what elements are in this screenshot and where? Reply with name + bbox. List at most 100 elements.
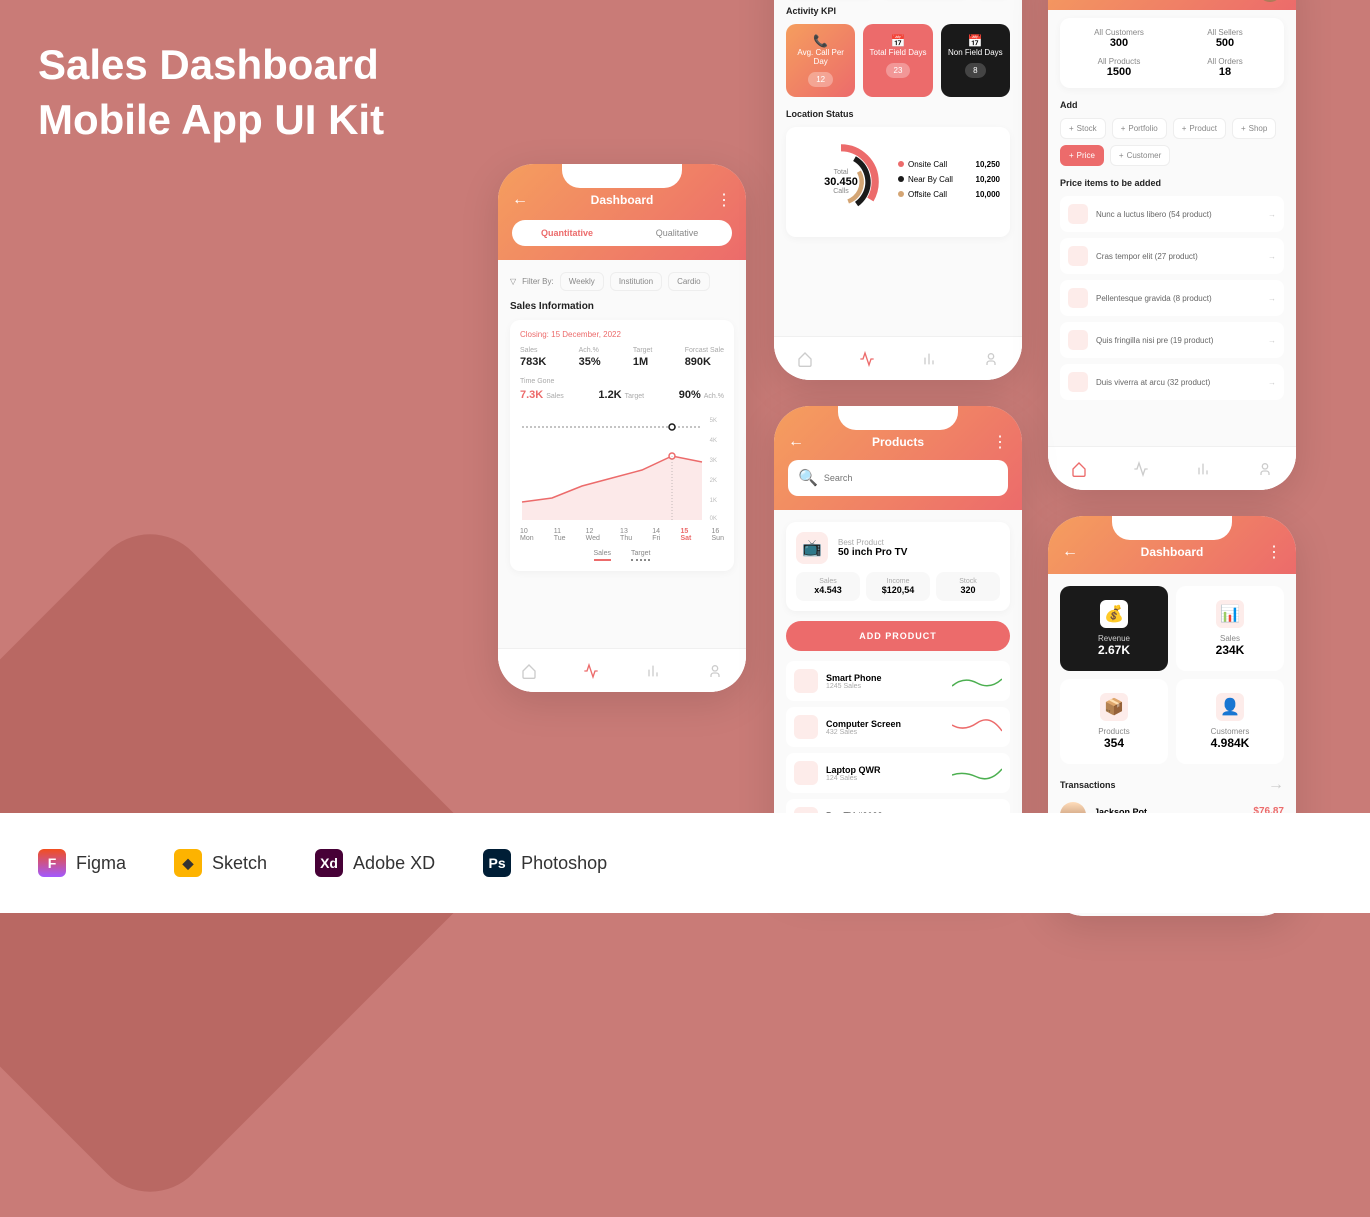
list-item[interactable]: Duis viverra at arcu (32 product)→	[1060, 364, 1284, 400]
tool-sketch: ◆Sketch	[174, 849, 267, 877]
menu-icon[interactable]: ⋮	[716, 192, 732, 208]
filter-institution[interactable]: Institution	[610, 272, 662, 291]
home-icon[interactable]	[521, 663, 537, 679]
kpi-avg-call[interactable]: 📞Avg. Call Per Day12	[786, 24, 855, 97]
tab-quantitative[interactable]: Quantitative	[512, 220, 622, 246]
chart-days: 10Mon 11Tue 12Wed 13Thu 14Fri 15Sat 16Su…	[520, 528, 724, 542]
page-title: Sales Dashboard Mobile App UI Kit	[38, 38, 384, 147]
list-item[interactable]: Cras tempor elit (27 product)→	[1060, 238, 1284, 274]
add-customer[interactable]: + Customer	[1110, 145, 1170, 166]
list-item[interactable]: Quis fringilla nisi pre (19 product)→	[1060, 322, 1284, 358]
back-icon[interactable]: ←	[512, 192, 528, 208]
home-icon[interactable]	[1071, 461, 1087, 477]
laptop-icon	[794, 761, 818, 785]
svg-text:3K: 3K	[710, 458, 717, 464]
price-items-title: Price items to be added	[1060, 178, 1284, 188]
avatar[interactable]	[1258, 0, 1282, 2]
svg-text:1K: 1K	[710, 498, 717, 504]
svg-text:2K: 2K	[710, 478, 717, 484]
screen-icon	[794, 715, 818, 739]
svg-text:4K: 4K	[710, 438, 717, 444]
filter-label: Filter By:	[522, 277, 554, 286]
search-icon: 🔍	[798, 468, 818, 488]
phone-dashboard: ← Dashboard ⋮ Quantitative Qualitative ▽…	[498, 164, 746, 692]
location-title: Location Status	[786, 109, 1010, 119]
menu-icon[interactable]: ⋮	[1266, 544, 1282, 560]
add-shop[interactable]: + Shop	[1232, 118, 1276, 139]
add-product-button[interactable]: ADD PRODUCT	[786, 621, 1010, 651]
sales-info-label: Sales Information	[510, 301, 734, 312]
grid-icon	[1068, 288, 1088, 308]
svg-text:0K: 0K	[710, 516, 717, 522]
chart-icon: 📊	[1216, 600, 1244, 628]
sparkline	[952, 671, 1002, 691]
back-icon[interactable]: ←	[1062, 544, 1078, 560]
grid-icon	[1068, 330, 1088, 350]
box-icon: 📦	[1100, 693, 1128, 721]
activity-icon[interactable]	[1133, 461, 1149, 477]
arrow-right-icon: →	[1268, 294, 1276, 303]
list-item[interactable]: Nunc a luctus libero (54 product)→	[1060, 196, 1284, 232]
revenue-card[interactable]: 💰Revenue2.67K	[1060, 586, 1168, 671]
svg-text:5K: 5K	[710, 418, 717, 424]
arrow-right-icon: →	[1268, 210, 1276, 219]
grid-icon	[1068, 246, 1088, 266]
sparkline	[952, 717, 1002, 737]
kpi-field-days[interactable]: 📅Total Field Days23	[863, 24, 932, 97]
user-icon[interactable]	[983, 351, 999, 367]
home-icon[interactable]	[797, 351, 813, 367]
customers-card[interactable]: 👤Customers4.984K	[1176, 679, 1284, 764]
phone-activity: Jim Viewed12min/Jim Slides Viewed2min, 2…	[774, 0, 1022, 380]
tv-icon: 📺	[796, 532, 828, 564]
chart-icon[interactable]	[645, 663, 661, 679]
products-card[interactable]: 📦Products354	[1060, 679, 1168, 764]
arrow-right-icon: →	[1268, 378, 1276, 387]
kpi-non-field[interactable]: 📅Non Field Days8	[941, 24, 1010, 97]
donut-chart: Total 30.450 Calls	[796, 137, 886, 227]
grid-icon	[1068, 372, 1088, 392]
sparkline	[952, 763, 1002, 783]
product-row[interactable]: Computer Screen432 Sales	[786, 707, 1010, 747]
tabs: Quantitative Qualitative	[512, 220, 732, 246]
closing-date: Closing: 15 December, 2022	[520, 330, 724, 339]
filter-cardio[interactable]: Cardio	[668, 272, 710, 291]
chart-icon[interactable]	[921, 351, 937, 367]
activity-icon[interactable]	[859, 351, 875, 367]
filter-weekly[interactable]: Weekly	[560, 272, 604, 291]
bottom-nav	[498, 648, 746, 692]
add-label: Add	[1060, 100, 1284, 110]
tool-figma: FFigma	[38, 849, 126, 877]
product-row[interactable]: Laptop QWR124 Sales	[786, 753, 1010, 793]
activity-icon[interactable]	[583, 663, 599, 679]
user-icon: 👤	[1216, 693, 1244, 721]
phone-icon	[794, 669, 818, 693]
tools-bar: FFigma ◆Sketch XdAdobe XD PsPhotoshop	[0, 813, 1370, 913]
arrow-right-icon[interactable]: →	[1268, 776, 1284, 794]
tool-xd: XdAdobe XD	[315, 849, 435, 877]
product-row[interactable]: Smart Phone1245 Sales	[786, 661, 1010, 701]
filter-icon[interactable]: ▽	[510, 277, 516, 286]
add-portfolio[interactable]: + Portfolio	[1112, 118, 1167, 139]
user-icon[interactable]	[707, 663, 723, 679]
search-input[interactable]	[824, 473, 998, 483]
add-price[interactable]: + Price	[1060, 145, 1104, 166]
search-box: 🔍	[788, 460, 1008, 496]
arrow-right-icon: →	[1268, 336, 1276, 345]
tab-qualitative[interactable]: Qualitative	[622, 220, 732, 246]
add-stock[interactable]: + Stock	[1060, 118, 1106, 139]
grid-icon	[1068, 204, 1088, 224]
header-title: Dashboard	[528, 193, 716, 207]
phone-home: ☰ Home All Customers300 All Sellers500 A…	[1048, 0, 1296, 490]
transactions-title: Transactions	[1060, 780, 1116, 790]
list-item[interactable]: Pellentesque gravida (8 product)→	[1060, 280, 1284, 316]
coins-icon: 💰	[1100, 600, 1128, 628]
sales-card[interactable]: 📊Sales234K	[1176, 586, 1284, 671]
kpi-title: Activity KPI	[786, 6, 1010, 16]
sales-chart: 5K 4K 3K 2K 1K 0K	[520, 412, 724, 522]
back-icon[interactable]: ←	[788, 434, 804, 450]
chart-icon[interactable]	[1195, 461, 1211, 477]
menu-icon[interactable]: ⋮	[992, 434, 1008, 450]
user-icon[interactable]	[1257, 461, 1273, 477]
add-product[interactable]: + Product	[1173, 118, 1226, 139]
tool-ps: PsPhotoshop	[483, 849, 607, 877]
